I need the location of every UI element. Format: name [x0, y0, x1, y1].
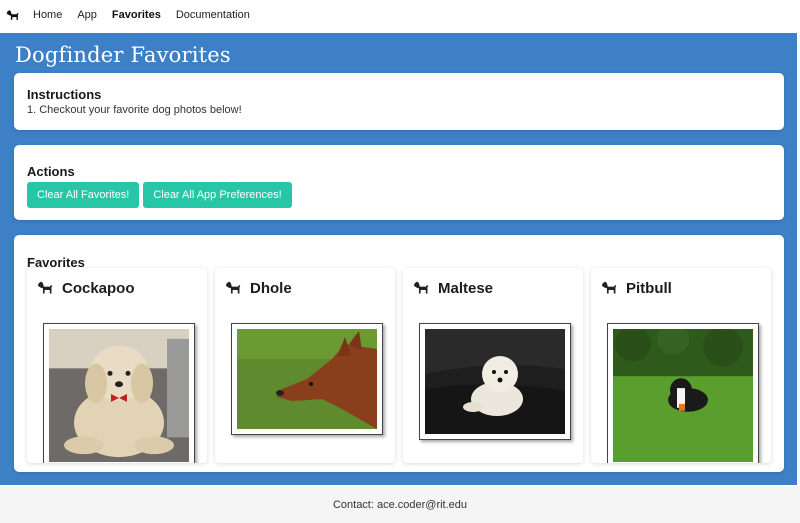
dog-name: Cockapoo	[62, 280, 135, 297]
nav-app[interactable]: App	[77, 9, 97, 21]
hero-section: Dogfinder Favorites Instructions 1. Chec…	[0, 33, 797, 485]
navbar: Home App Favorites Documentation	[0, 0, 800, 30]
footer: Contact: ace.coder@rit.edu	[0, 487, 800, 523]
favorite-card: Cockapoo	[27, 268, 207, 463]
instructions-text: 1. Checkout your favorite dog photos bel…	[27, 104, 242, 116]
actions-box: Actions Clear All Favorites! Clear All A…	[14, 145, 784, 220]
page-title: Dogfinder Favorites	[15, 43, 231, 67]
instructions-title: Instructions	[27, 87, 102, 102]
actions-title: Actions	[27, 164, 75, 179]
nav-documentation[interactable]: Documentation	[176, 9, 250, 21]
dog-photo[interactable]	[607, 323, 759, 463]
dog-icon	[37, 280, 54, 297]
instructions-box: Instructions 1. Checkout your favorite d…	[14, 73, 784, 130]
dog-name: Dhole	[250, 280, 292, 297]
dog-icon	[413, 280, 430, 297]
dog-logo-icon[interactable]	[6, 8, 20, 22]
clear-preferences-button[interactable]: Clear All App Preferences!	[143, 182, 292, 208]
dog-icon	[225, 280, 242, 297]
dog-photo[interactable]	[231, 323, 383, 435]
favorite-card: Maltese	[403, 268, 583, 463]
favorite-card: Dhole	[215, 268, 395, 463]
favorites-box: Favorites Cockapoo Dhole Maltese Pitbull	[14, 235, 784, 472]
dog-photo[interactable]	[43, 323, 195, 463]
dog-name: Maltese	[438, 280, 494, 297]
nav-home[interactable]: Home	[33, 9, 62, 21]
nav-favorites[interactable]: Favorites	[112, 9, 161, 21]
dog-name: Pitbull	[626, 280, 672, 297]
dog-icon	[601, 280, 618, 297]
clear-favorites-button[interactable]: Clear All Favorites!	[27, 182, 140, 208]
favorite-card: Pitbull	[591, 268, 771, 463]
dog-photo[interactable]	[419, 323, 571, 440]
footer-contact: Contact: ace.coder@rit.edu	[332, 499, 468, 511]
